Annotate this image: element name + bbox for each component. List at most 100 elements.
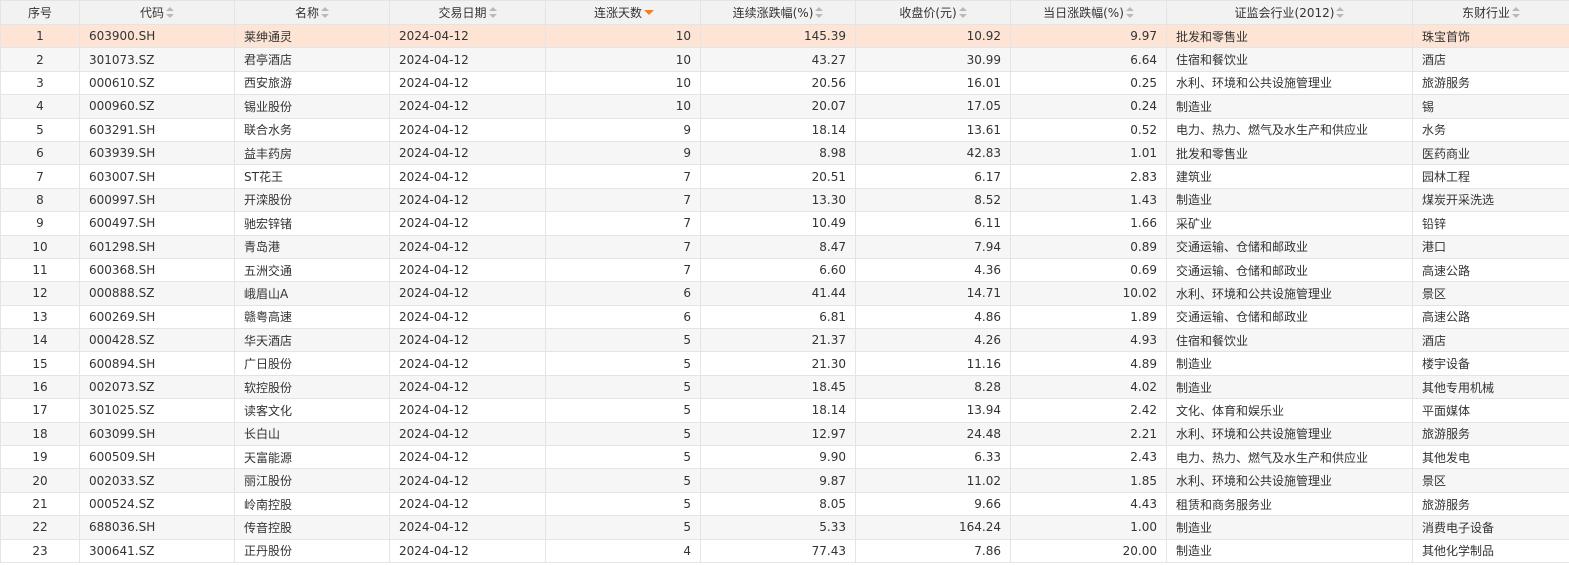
table-row[interactable]: 6 603939.SH 益丰药房 2024-04-12 9 8.98 42.83 1.01 批发… (0, 140, 1569, 166)
column-header-csrc-industry[interactable]: 证监会行业(2012) (1166, 0, 1413, 25)
cell-em-industry: 平面媒体 (1412, 398, 1569, 423)
cell-daily-change: 1.43 (1010, 187, 1167, 213)
cell-seq: 5 (0, 117, 80, 142)
cell-seq: 11 (0, 257, 80, 283)
cell-cumulative-change: 8.47 (700, 234, 856, 259)
table-row[interactable]: 7 603007.SH ST花王 2024-04-12 7 20.51 6.17 2.83 建筑… (0, 164, 1569, 189)
cell-trade-date: 2024-04-12 (389, 445, 546, 470)
cell-code: 603939.SH (79, 140, 235, 166)
sort-icon[interactable] (1336, 7, 1345, 18)
table-row[interactable]: 12 000888.SZ 峨眉山A 2024-04-12 6 41.44 14.71 10.0… (0, 281, 1569, 306)
table-row[interactable]: 20 002033.SZ 丽江股份 2024-04-12 5 9.87 11.02 1.85 水… (0, 468, 1569, 493)
sort-icon[interactable] (1512, 7, 1520, 18)
table-row[interactable]: 14 000428.SZ 华天酒店 2024-04-12 5 21.37 4.26 4.93 住… (0, 328, 1569, 353)
cell-consecutive-days: 9 (545, 117, 701, 142)
cell-consecutive-days: 5 (545, 374, 701, 400)
cell-close-price: 7.86 (855, 538, 1011, 563)
cell-consecutive-days: 10 (545, 23, 701, 49)
cell-name: ST花王 (234, 164, 390, 189)
table-row[interactable]: 5 603291.SH 联合水务 2024-04-12 9 18.14 13.61 0.52 电… (0, 117, 1569, 142)
cell-csrc-industry: 制造业 (1166, 94, 1413, 119)
column-header-close-price[interactable]: 收盘价(元) (855, 0, 1011, 25)
cell-name: 青岛港 (234, 234, 390, 259)
cell-em-industry: 其他化学制品 (1412, 538, 1569, 563)
cell-daily-change: 1.66 (1010, 211, 1167, 236)
cell-close-price: 24.48 (855, 421, 1011, 447)
sort-icon[interactable] (488, 7, 497, 18)
cell-daily-change: 4.02 (1010, 374, 1167, 400)
cell-name: 开滦股份 (234, 187, 390, 213)
table-row[interactable]: 13 600269.SH 赣粤高速 2024-04-12 6 6.81 4.86 1.89 交通… (0, 304, 1569, 330)
cell-cumulative-change: 43.27 (700, 47, 856, 72)
table-row[interactable]: 16 002073.SZ 软控股份 2024-04-12 5 18.45 8.28 4.02 制… (0, 374, 1569, 400)
cell-csrc-industry: 水利、环境和公共设施管理业 (1166, 70, 1413, 96)
cell-seq: 16 (0, 374, 80, 400)
table-row[interactable]: 11 600368.SH 五洲交通 2024-04-12 7 6.60 4.36 0.69 交通… (0, 257, 1569, 283)
table-row[interactable]: 9 600497.SH 驰宏锌锗 2024-04-12 7 10.49 6.11 1.66 采矿… (0, 211, 1569, 236)
column-header-trade-date[interactable]: 交易日期 (389, 0, 546, 25)
table-row[interactable]: 22 688036.SH 传音控股 2024-04-12 5 5.33 164.24 1.00… (0, 515, 1569, 540)
cell-trade-date: 2024-04-12 (389, 538, 546, 563)
cell-trade-date: 2024-04-12 (389, 140, 546, 166)
cell-cumulative-change: 18.45 (700, 374, 856, 400)
column-header-cumulative-change[interactable]: 连续涨跌幅(%) (700, 0, 856, 25)
cell-name: 岭南控股 (234, 491, 390, 517)
cell-cumulative-change: 20.51 (700, 164, 856, 189)
sort-icon[interactable] (958, 7, 967, 18)
cell-cumulative-change: 9.90 (700, 445, 856, 470)
table-row[interactable]: 8 600997.SH 开滦股份 2024-04-12 7 13.30 8.52 1.43 制造… (0, 187, 1569, 213)
table-row[interactable]: 4 000960.SZ 锡业股份 2024-04-12 10 20.07 17.05 0.24… (0, 94, 1569, 119)
column-header-name[interactable]: 名称 (234, 0, 390, 25)
cell-code: 000610.SZ (79, 70, 235, 96)
sort-icon[interactable] (815, 7, 824, 18)
column-header-seq[interactable]: 序号 (0, 0, 80, 25)
cell-name: 丽江股份 (234, 468, 390, 493)
cell-name: 正丹股份 (234, 538, 390, 563)
column-header-em-industry[interactable]: 东财行业 (1412, 0, 1569, 25)
cell-code: 603099.SH (79, 421, 235, 447)
cell-trade-date: 2024-04-12 (389, 70, 546, 96)
table-row[interactable]: 3 000610.SZ 西安旅游 2024-04-12 10 20.56 16.01 0.25… (0, 70, 1569, 96)
sort-icon[interactable] (321, 7, 329, 18)
cell-name: 西安旅游 (234, 70, 390, 96)
sort-icon[interactable] (1125, 7, 1134, 18)
cell-em-industry: 水务 (1412, 117, 1569, 142)
cell-trade-date: 2024-04-12 (389, 281, 546, 306)
cell-trade-date: 2024-04-12 (389, 304, 546, 330)
cell-trade-date: 2024-04-12 (389, 257, 546, 283)
cell-close-price: 16.01 (855, 70, 1011, 96)
table-row[interactable]: 23 300641.SZ 正丹股份 2024-04-12 4 77.43 7.86 20.00… (0, 538, 1569, 563)
column-header-consecutive-days[interactable]: 连涨天数 (545, 0, 701, 25)
cell-em-industry: 铅锌 (1412, 211, 1569, 236)
cell-seq: 20 (0, 468, 80, 493)
table-row[interactable]: 17 301025.SZ 读客文化 2024-04-12 5 18.14 13.94 2.42… (0, 398, 1569, 423)
table-row[interactable]: 18 603099.SH 长白山 2024-04-12 5 12.97 24.48 2.21 水… (0, 421, 1569, 447)
sort-icon[interactable] (166, 7, 174, 18)
table-row[interactable]: 19 600509.SH 天富能源 2024-04-12 5 9.90 6.33 2.43 电力… (0, 445, 1569, 470)
cell-csrc-industry: 交通运输、仓储和邮政业 (1166, 234, 1413, 259)
column-header-code[interactable]: 代码 (79, 0, 235, 25)
column-header-label: 证监会行业(2012) (1234, 6, 1335, 20)
cell-close-price: 4.36 (855, 257, 1011, 283)
cell-trade-date: 2024-04-12 (389, 23, 546, 49)
cell-cumulative-change: 10.49 (700, 211, 856, 236)
column-header-daily-change[interactable]: 当日涨跌幅(%) (1010, 0, 1167, 25)
cell-csrc-industry: 制造业 (1166, 187, 1413, 213)
column-header-label: 交易日期 (438, 6, 487, 20)
table-row[interactable]: 10 601298.SH 青岛港 2024-04-12 7 8.47 7.94 0.89 交通运… (0, 234, 1569, 259)
cell-trade-date: 2024-04-12 (389, 47, 546, 72)
cell-consecutive-days: 5 (545, 445, 701, 470)
cell-close-price: 4.26 (855, 328, 1011, 353)
table-row[interactable]: 15 600894.SH 广日股份 2024-04-12 5 21.30 11.16 4.89… (0, 351, 1569, 376)
cell-seq: 22 (0, 515, 80, 540)
cell-csrc-industry: 制造业 (1166, 515, 1413, 540)
cell-daily-change: 1.01 (1010, 140, 1167, 166)
cell-seq: 14 (0, 328, 80, 353)
cell-csrc-industry: 制造业 (1166, 538, 1413, 563)
sort-desc-icon[interactable] (644, 7, 654, 18)
table-row[interactable]: 21 000524.SZ 岭南控股 2024-04-12 5 8.05 9.66 4.43 租赁… (0, 491, 1569, 517)
table-row[interactable]: 1 603900.SH 莱绅通灵 2024-04-12 10 145.39 10.92 9.9… (0, 23, 1569, 49)
cell-code: 000888.SZ (79, 281, 235, 306)
cell-name: 天富能源 (234, 445, 390, 470)
table-row[interactable]: 2 301073.SZ 君亭酒店 2024-04-12 10 43.27 30.99 6.64… (0, 47, 1569, 72)
